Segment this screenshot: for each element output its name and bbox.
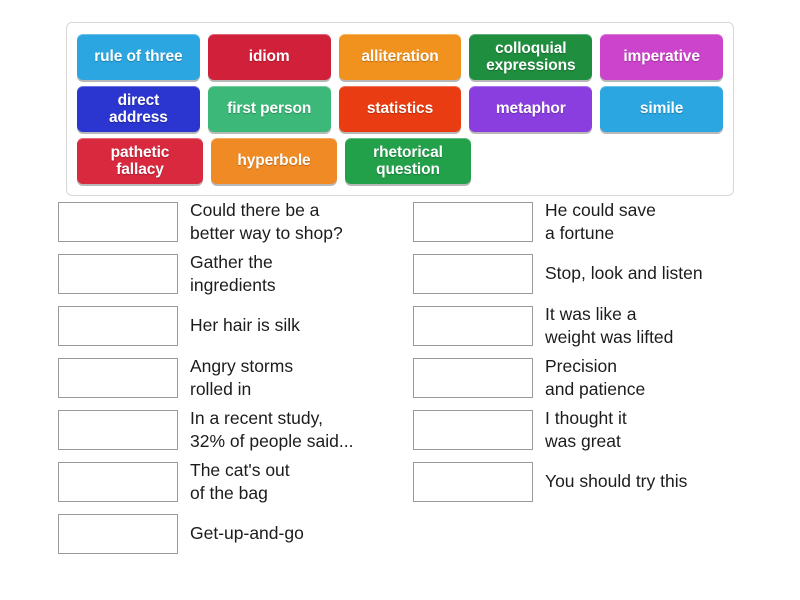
- answer-tile[interactable]: colloquial expressions: [469, 34, 593, 80]
- answer-drop-box[interactable]: [58, 202, 178, 242]
- answer-drop-box[interactable]: [413, 410, 533, 450]
- matching-activity-page: rule of three idiom alliteration colloquial…: [0, 0, 800, 600]
- question-text: You should try this: [545, 471, 688, 492]
- answer-drop-box[interactable]: [58, 410, 178, 450]
- question-row: Get-up-and-go: [58, 508, 413, 560]
- answer-tile[interactable]: imperative: [600, 34, 723, 80]
- answer-tile[interactable]: statistics: [338, 86, 462, 132]
- question-row: It was like a weight was lifted: [413, 300, 758, 352]
- question-row: Gather the ingredients: [58, 248, 413, 300]
- tile-row-3: pathetic fallacy hyperbole rhetorical questi…: [73, 135, 727, 187]
- answer-tile-label: statistics: [366, 100, 434, 118]
- answer-tile[interactable]: pathetic fallacy: [77, 138, 203, 184]
- question-row: Her hair is silk: [58, 300, 413, 352]
- question-text: He could save a fortune: [545, 199, 656, 243]
- answer-drop-box[interactable]: [58, 306, 178, 346]
- tile-row-2: direct address first person statistics metap…: [73, 83, 727, 135]
- answer-tile-label: idiom: [248, 48, 290, 66]
- question-text: In a recent study, 32% of people said...: [190, 407, 354, 451]
- answer-drop-box[interactable]: [58, 514, 178, 554]
- question-row: Stop, look and listen: [413, 248, 758, 300]
- question-text: Gather the ingredients: [190, 251, 276, 295]
- answer-drop-box[interactable]: [413, 462, 533, 502]
- question-text: Angry storms rolled in: [190, 355, 294, 399]
- question-row: I thought it was great: [413, 404, 758, 456]
- question-row: The cat's out of the bag: [58, 456, 413, 508]
- question-text: Stop, look and listen: [545, 263, 703, 284]
- answer-drop-box[interactable]: [413, 254, 533, 294]
- answer-tile-label: imperative: [623, 48, 700, 66]
- answer-tile-label: alliteration: [361, 48, 439, 66]
- answer-tile-label: direct address: [109, 91, 168, 126]
- question-text: It was like a weight was lifted: [545, 303, 674, 347]
- answer-drop-box[interactable]: [413, 306, 533, 346]
- answer-tile-label: metaphor: [495, 100, 566, 118]
- answer-tile-label: colloquial expressions: [486, 39, 576, 74]
- answer-tile-label: rule of three: [94, 48, 183, 66]
- question-row: You should try this: [413, 456, 758, 508]
- answer-drop-box[interactable]: [58, 462, 178, 502]
- answer-tile[interactable]: idiom: [207, 34, 331, 80]
- answer-tile-bank: rule of three idiom alliteration colloquial…: [66, 22, 734, 196]
- question-columns: Could there be a better way to shop? Gath…: [0, 196, 800, 560]
- question-row: Angry storms rolled in: [58, 352, 413, 404]
- answer-tile-label: simile: [639, 100, 684, 118]
- answer-tile[interactable]: metaphor: [469, 86, 593, 132]
- question-column-left: Could there be a better way to shop? Gath…: [58, 196, 413, 560]
- answer-drop-box[interactable]: [413, 202, 533, 242]
- answer-tile-label: pathetic fallacy: [110, 143, 170, 178]
- question-text: Could there be a better way to shop?: [190, 199, 343, 243]
- question-row: Could there be a better way to shop?: [58, 196, 413, 248]
- answer-tile[interactable]: simile: [600, 86, 723, 132]
- question-column-right: He could save a fortune Stop, look and li…: [413, 196, 758, 560]
- question-text: Precision and patience: [545, 355, 646, 399]
- answer-tile-label: hyperbole: [237, 152, 311, 170]
- question-text: The cat's out of the bag: [190, 459, 290, 503]
- tile-row-1: rule of three idiom alliteration colloquial…: [73, 31, 727, 83]
- answer-drop-box[interactable]: [58, 358, 178, 398]
- answer-tile[interactable]: rule of three: [77, 34, 200, 80]
- answer-tile[interactable]: hyperbole: [211, 138, 337, 184]
- answer-tile[interactable]: direct address: [77, 86, 200, 132]
- question-text: Get-up-and-go: [190, 523, 304, 544]
- question-row: In a recent study, 32% of people said...: [58, 404, 413, 456]
- answer-tile-label: first person: [227, 100, 312, 118]
- answer-tile[interactable]: alliteration: [338, 34, 462, 80]
- question-row: Precision and patience: [413, 352, 758, 404]
- question-row: He could save a fortune: [413, 196, 758, 248]
- answer-drop-box[interactable]: [413, 358, 533, 398]
- question-text: I thought it was great: [545, 407, 627, 451]
- answer-tile[interactable]: rhetorical question: [345, 138, 471, 184]
- answer-tile-label: rhetorical question: [373, 143, 443, 178]
- answer-drop-box[interactable]: [58, 254, 178, 294]
- answer-tile[interactable]: first person: [207, 86, 331, 132]
- question-text: Her hair is silk: [190, 315, 300, 336]
